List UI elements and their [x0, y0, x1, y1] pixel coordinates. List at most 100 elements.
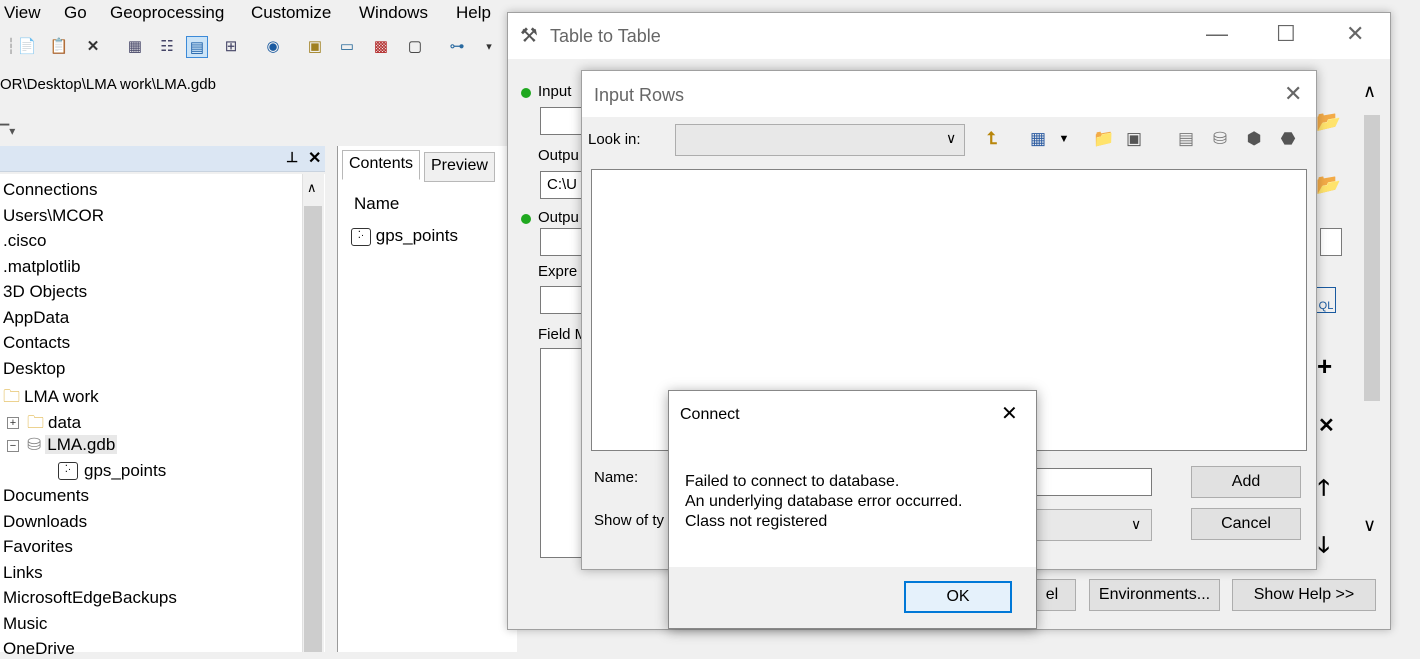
name-field[interactable]: [1034, 468, 1152, 496]
minimize-icon[interactable]: —: [1206, 21, 1228, 47]
tree-item[interactable]: Contacts: [3, 333, 70, 353]
error-message-line: Class not registered: [685, 513, 828, 530]
tree-item-label: Connections: [3, 180, 98, 199]
expand-icon[interactable]: +: [7, 417, 19, 430]
add-field-icon[interactable]: +: [1317, 351, 1332, 382]
move-up-icon[interactable]: 🡑: [1318, 471, 1329, 509]
large-icons-icon[interactable]: ▦: [124, 36, 146, 58]
pin-icon[interactable]: ⊥: [286, 149, 298, 166]
scroll-down-icon[interactable]: ∨: [1363, 515, 1376, 536]
folder-icon: 🗀: [27, 412, 44, 432]
copy-icon[interactable]: 📄: [16, 36, 38, 58]
sql-query-icon[interactable]: QL: [1316, 287, 1336, 313]
show-help-button[interactable]: Show Help >>: [1232, 579, 1376, 611]
tree-item[interactable]: ⁚· gps_points: [58, 461, 166, 481]
list-item[interactable]: ⁚· gps_points: [351, 226, 458, 246]
input-rows-label: Input: [538, 83, 572, 100]
pane-splitter[interactable]: [325, 146, 337, 652]
tree-item[interactable]: .matplotlib: [3, 257, 80, 277]
output-table-field-end[interactable]: [1320, 228, 1342, 256]
tree-item[interactable]: Downloads: [3, 512, 87, 532]
folder-icon: 🗀: [3, 387, 20, 406]
new-feature-class-icon[interactable]: ⬢: [1242, 127, 1266, 151]
new-folder-icon[interactable]: 📁: [1092, 127, 1116, 151]
show-of-type-dropdown[interactable]: ∨: [1034, 509, 1152, 541]
menu-windows[interactable]: Windows: [359, 3, 428, 23]
view-options-icon[interactable]: ▦: [1026, 127, 1050, 151]
tree-item[interactable]: Documents: [3, 486, 89, 506]
model-builder-icon[interactable]: ⊶: [446, 36, 468, 58]
maximize-icon[interactable]: ☐: [1276, 21, 1296, 47]
close-icon[interactable]: ✕: [308, 148, 321, 168]
hammer-icon: ⚒: [520, 25, 538, 47]
dialog-scrollbar[interactable]: ∧ ∨: [1360, 73, 1384, 553]
scroll-up-icon[interactable]: ∧: [1363, 81, 1376, 102]
chevron-down-icon[interactable]: ▼: [1052, 127, 1076, 151]
new-personal-gdb-icon[interactable]: ⛁: [1208, 127, 1232, 151]
list-view-icon[interactable]: ☷: [156, 36, 178, 58]
tree-item[interactable]: MicrosoftEdgeBackups: [3, 588, 177, 608]
close-icon[interactable]: ✕: [1001, 401, 1018, 426]
tree-item[interactable]: Music: [3, 614, 47, 634]
error-message-line: Failed to connect to database.: [685, 473, 900, 490]
paste-icon[interactable]: 📋: [48, 36, 70, 58]
new-file-gdb-icon[interactable]: ▤: [1174, 127, 1198, 151]
toolbox-icon[interactable]: ▣: [304, 36, 326, 58]
tree-item[interactable]: Desktop: [3, 359, 65, 379]
ok-button[interactable]: OK: [904, 581, 1012, 613]
environments-button[interactable]: Environments...: [1089, 579, 1220, 611]
tree-item-label: gps_points: [84, 460, 167, 480]
add-button[interactable]: Add: [1191, 466, 1301, 498]
new-table-icon[interactable]: ⬣: [1276, 127, 1300, 151]
up-one-level-icon[interactable]: ⮤: [980, 127, 1004, 151]
remove-field-icon[interactable]: ✕: [1318, 413, 1335, 438]
cancel-button[interactable]: Cancel: [1191, 508, 1301, 540]
tree-scroll-thumb[interactable]: [304, 206, 322, 652]
menu-go[interactable]: Go: [64, 3, 87, 23]
tree-item[interactable]: Connections: [3, 180, 98, 200]
tab-preview[interactable]: Preview: [424, 152, 495, 182]
arctoolbox-icon[interactable]: ▩: [370, 36, 392, 58]
tree-item-label: Desktop: [3, 358, 66, 378]
column-header-name[interactable]: Name: [354, 194, 399, 214]
catalog-tree[interactable]: Connections Users\MCOR .cisco .matplotlib 3D…: [0, 174, 330, 658]
close-icon[interactable]: ✕: [1346, 21, 1364, 47]
scroll-thumb[interactable]: [1364, 115, 1380, 401]
location-bar[interactable]: OR\Desktop\LMA work\LMA.gdb: [0, 76, 510, 100]
tree-item-label: Users\MCOR: [3, 205, 105, 225]
look-in-dropdown[interactable]: ∨: [675, 124, 965, 156]
tab-contents[interactable]: Contents: [342, 150, 421, 180]
menu-help[interactable]: Help: [456, 3, 491, 23]
tree-item-label: LMA.gdb: [45, 435, 118, 454]
move-down-icon[interactable]: 🡓: [1318, 528, 1329, 566]
menu-view[interactable]: View: [4, 3, 41, 23]
collapse-icon[interactable]: −: [7, 439, 19, 452]
tree-item[interactable]: AppData: [3, 308, 69, 328]
tree-item[interactable]: .cisco: [3, 231, 46, 251]
tree-item[interactable]: OneDrive: [3, 639, 75, 659]
tree-item[interactable]: Favorites: [3, 537, 73, 557]
close-icon[interactable]: ✕: [1284, 81, 1302, 107]
tree-item[interactable]: Links: [3, 563, 43, 583]
details-view-icon[interactable]: ▤: [186, 36, 208, 58]
python-window-icon[interactable]: ▭: [336, 36, 358, 58]
thumbnails-icon[interactable]: ⊞: [220, 36, 242, 58]
dialog-title: Connect: [680, 406, 740, 423]
menu-geoprocessing[interactable]: Geoprocessing: [110, 3, 224, 23]
required-indicator-icon: [521, 88, 531, 98]
tree-item[interactable]: − ⛁ LMA.gdb: [7, 435, 118, 455]
scroll-up-icon[interactable]: ∧: [307, 180, 317, 196]
connect-folder-icon[interactable]: ▣: [1122, 127, 1146, 151]
toolbar-grip-icon[interactable]: ▔▾: [0, 124, 15, 138]
toolbar-overflow-icon[interactable]: ▾: [478, 36, 500, 58]
tree-item[interactable]: Users\MCOR: [3, 206, 104, 226]
browse-folder-icon[interactable]: 📂: [1316, 172, 1341, 197]
name-label: Name:: [594, 469, 639, 486]
menu-customize[interactable]: Customize: [251, 3, 331, 23]
tree-item[interactable]: 3D Objects: [3, 282, 87, 302]
search-icon[interactable]: ◉: [262, 36, 284, 58]
command-line-icon[interactable]: ▢: [404, 36, 426, 58]
point-feature-icon: ⁚·: [351, 227, 371, 246]
browse-folder-icon[interactable]: 📂: [1316, 109, 1341, 134]
delete-icon[interactable]: ✕: [82, 36, 104, 58]
